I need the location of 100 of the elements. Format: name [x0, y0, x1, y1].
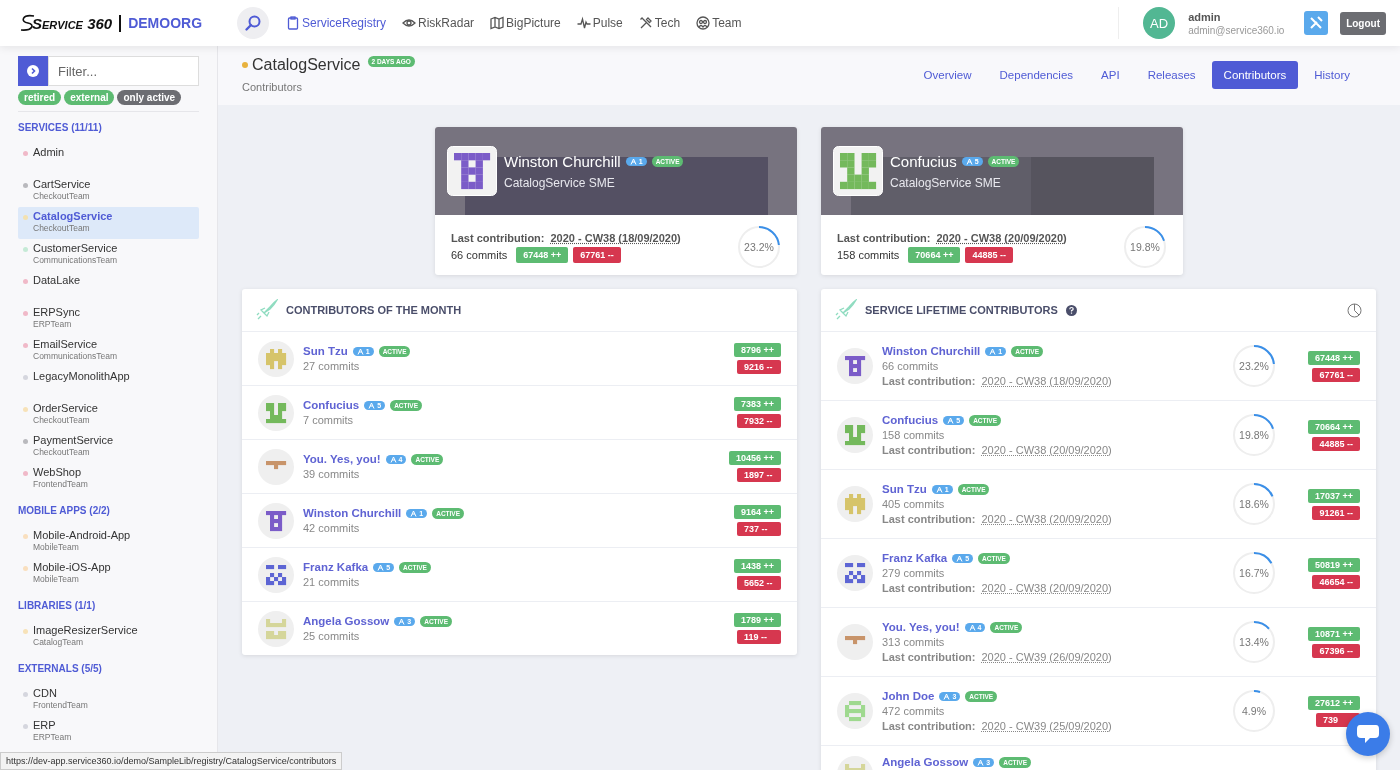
nav-link[interactable]: ServiceRegistry	[286, 16, 387, 30]
contributor-name[interactable]: John Doe	[882, 690, 935, 702]
deletions-badge: 7932 --	[737, 414, 781, 428]
contributor-name[interactable]: Winston Churchill	[504, 152, 621, 170]
avatar	[258, 394, 294, 431]
last-contribution-link[interactable]: 2020 - CW39 (25/09/2020)	[981, 720, 1112, 732]
last-contribution-link[interactable]: 2020 - CW38 (20/09/2020)	[981, 513, 1112, 525]
page-subtitle: Contributors	[242, 81, 303, 93]
contributor-name[interactable]: You. Yes, you!	[303, 453, 381, 465]
commit-count: 21 commits	[303, 576, 361, 588]
service-item[interactable]: LegacyMonolithApp	[18, 367, 199, 399]
help-icon	[1065, 304, 1077, 316]
team-icon	[696, 16, 711, 30]
avatar	[837, 624, 873, 660]
nav-link[interactable]: Tech	[638, 16, 681, 30]
deletions-badge: 9216 --	[737, 360, 781, 374]
nav-link[interactable]: Pulse	[576, 16, 623, 30]
card-title: CONTRIBUTORS OF THE MONTH	[286, 304, 462, 316]
section-title: LIBRARIES (1/1)	[18, 600, 97, 611]
search-button[interactable]	[237, 7, 269, 39]
logout-button[interactable]: Logout	[1340, 11, 1386, 35]
contributor-name[interactable]: Winston Churchill	[882, 345, 981, 357]
commit-count: 25 commits	[303, 630, 361, 642]
service-item[interactable]: CustomerService CommunicationsTeam	[18, 239, 199, 271]
filter-field[interactable]: Filter...	[48, 56, 199, 86]
last-contribution-label: Last contribution:	[837, 231, 931, 244]
contributor-name[interactable]: Confucius	[890, 152, 957, 170]
card-title: SERVICE LIFETIME CONTRIBUTORS	[865, 304, 1058, 316]
commit-count: 158 commits	[882, 429, 946, 441]
commit-count: 27 commits	[303, 360, 361, 372]
last-contribution-link[interactable]: 2020 - CW38 (20/09/2020)	[981, 444, 1112, 456]
section-title: EXTERNALS (5/5)	[18, 663, 103, 674]
last-contribution-link[interactable]: 2020 - CW38 (20/09/2020)	[981, 582, 1112, 594]
additions-badge: 17037 ++	[1307, 488, 1360, 503]
service-item[interactable]: Admin	[18, 143, 199, 175]
service-item[interactable]: OrderService CheckoutTeam	[18, 399, 199, 431]
service-item[interactable]: CatalogService CheckoutTeam	[18, 207, 199, 239]
deletions-badge: 5652 --	[737, 576, 781, 590]
tab[interactable]: Contributors	[1211, 61, 1299, 89]
avatar	[837, 486, 873, 522]
service-item[interactable]: CartService CheckoutTeam	[18, 175, 199, 207]
rocket-icon	[835, 299, 857, 321]
service-item[interactable]: CDN FrontendTeam	[18, 684, 199, 716]
tab[interactable]: API	[1089, 61, 1132, 89]
settings-button[interactable]	[1304, 11, 1329, 35]
deletions-badge: 67761 --	[1312, 367, 1360, 382]
tab[interactable]: Overview	[911, 61, 984, 89]
avatar	[837, 348, 873, 384]
nav-link[interactable]: BigPicture	[490, 16, 561, 30]
tab[interactable]: Dependencies	[987, 61, 1086, 89]
last-contribution-link[interactable]: 2020 - CW38 (18/09/2020)	[550, 231, 681, 244]
service-item[interactable]: WebShop FrontendTeam	[18, 463, 199, 495]
commit-count: 66 commits	[451, 248, 508, 261]
contributor-name[interactable]: Confucius	[882, 414, 939, 426]
nav-link[interactable]: RiskRadar	[402, 16, 475, 30]
service-item[interactable]: PaymentService CheckoutTeam	[18, 431, 199, 463]
deletions-badge: 737 --	[737, 522, 781, 536]
commit-count: 158 commits	[837, 248, 900, 261]
deletions-badge: 67396 --	[1312, 643, 1360, 658]
contributor-name[interactable]: Winston Churchill	[303, 507, 402, 519]
last-contribution-label: Last contribution:	[882, 720, 976, 732]
contributor-name[interactable]: You. Yes, you!	[882, 621, 960, 633]
status-bar: https://dev-app.service360.io/demo/SampleLib/registry/CatalogService/contributors	[0, 752, 343, 770]
tools-icon	[638, 16, 653, 30]
section-title: SERVICES (11/11)	[18, 122, 103, 133]
service-item[interactable]: ImageResizerService CatalogTeam	[18, 621, 199, 653]
additions-badge: 1438 ++	[733, 559, 781, 573]
tab[interactable]: Releases	[1135, 61, 1208, 89]
tab[interactable]: History	[1302, 61, 1362, 89]
contributor-name[interactable]: Sun Tzu	[882, 483, 927, 495]
share-ring: 23.2%	[737, 225, 781, 269]
share-ring: 23.2%	[1232, 344, 1276, 388]
last-contribution-link[interactable]: 2020 - CW38 (20/09/2020)	[936, 231, 1067, 244]
avatar	[258, 448, 294, 485]
last-contribution-link[interactable]: 2020 - CW39 (26/09/2020)	[981, 651, 1112, 663]
service-item[interactable]: ERP ERPTeam	[18, 716, 199, 748]
service-item[interactable]: ERPSync ERPTeam	[18, 303, 199, 335]
commit-count: 313 commits	[882, 636, 946, 648]
filter-tag[interactable]: only active	[117, 90, 182, 105]
pie-chart-icon[interactable]	[1347, 302, 1362, 318]
commit-count: 66 commits	[882, 360, 940, 372]
last-contribution-link[interactable]: 2020 - CW38 (18/09/2020)	[981, 375, 1112, 387]
deletions-badge: 67761 --	[573, 246, 621, 263]
service-item[interactable]: EmailService CommunicationsTeam	[18, 335, 199, 367]
contributor-name[interactable]: Angela Gossow	[882, 756, 969, 768]
map-icon	[490, 16, 505, 30]
contributor-role: CatalogService SME	[890, 175, 1002, 190]
contributor-name[interactable]: Sun Tzu	[303, 345, 348, 357]
clipboard-icon	[286, 16, 300, 30]
service-item[interactable]: Mobile-iOS-App MobileTeam	[18, 558, 199, 590]
pulse-icon	[576, 16, 591, 30]
contributor-name[interactable]: Franz Kafka	[303, 561, 369, 573]
nav-link[interactable]: Team	[696, 16, 742, 30]
contributor-name[interactable]: Franz Kafka	[882, 552, 948, 564]
go-button[interactable]	[18, 56, 48, 86]
contributor-name[interactable]: Confucius	[303, 399, 360, 411]
deletions-badge: 91261 --	[1312, 505, 1360, 520]
service-item[interactable]: Mobile-Android-App MobileTeam	[18, 526, 199, 558]
service-item[interactable]: DataLake	[18, 271, 199, 303]
contributor-name[interactable]: Angela Gossow	[303, 615, 390, 627]
